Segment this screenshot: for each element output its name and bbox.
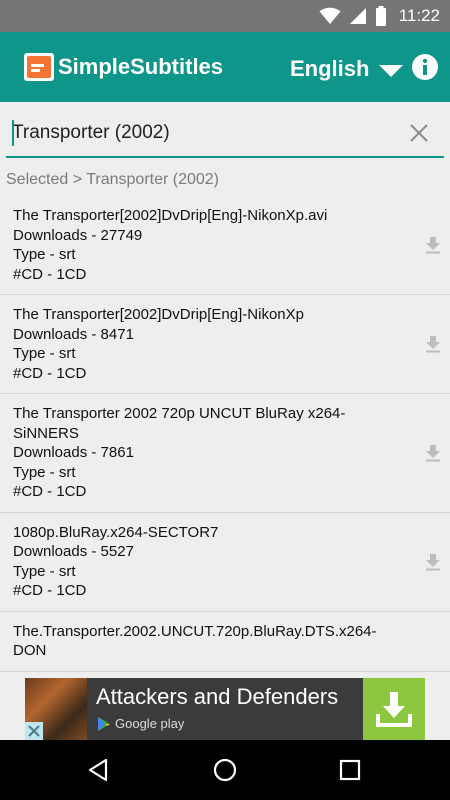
text-cursor	[12, 120, 14, 146]
search-input[interactable]	[12, 116, 392, 150]
download-count: Downloads - 8471	[13, 325, 134, 343]
battery-icon	[375, 6, 386, 26]
search-bar	[6, 110, 444, 158]
cd-count: #CD - 1CD	[13, 483, 87, 500]
info-icon[interactable]	[412, 54, 438, 80]
cd-count: #CD - 1CD	[13, 364, 87, 382]
signal-icon	[349, 8, 366, 24]
download-count: Downloads - 27749	[13, 226, 143, 244]
recents-icon[interactable]	[337, 757, 363, 783]
home-icon[interactable]	[212, 757, 238, 783]
list-item[interactable]: The Transporter[2002]DvDrip[Eng]-NikonXp…	[0, 196, 450, 295]
subtitle-logo-icon	[24, 53, 54, 81]
subtitle-name: 1080p.BluRay.x264-SECTOR7	[13, 523, 219, 541]
language-label: English	[290, 56, 370, 81]
results-list: The Transporter[2002]DvDrip[Eng]-NikonXp…	[0, 196, 450, 740]
subtitle-name: The Transporter[2002]DvDrip[Eng]-NikonXp…	[13, 207, 328, 224]
wifi-icon	[319, 7, 341, 24]
ad-close-icon[interactable]	[25, 722, 43, 740]
download-count: Downloads - 5527	[13, 543, 134, 560]
ad-install-button[interactable]	[363, 678, 425, 740]
list-item[interactable]: The.Transporter.2002.UNCUT.720p.BluRay.D…	[0, 612, 450, 672]
close-icon[interactable]	[408, 122, 430, 144]
subtitle-type: Type - srt	[13, 345, 76, 362]
subtitle-name: The Transporter 2002 720p UNCUT BluRay x…	[13, 405, 346, 442]
download-icon[interactable]	[424, 553, 442, 571]
subtitle-type: Type - srt	[13, 246, 76, 263]
ad-store-badge: Google play	[97, 716, 184, 731]
list-item[interactable]: 1080p.BluRay.x264-SECTOR7 Downloads - 55…	[0, 513, 450, 612]
language-select[interactable]: English	[290, 54, 404, 84]
subtitle-type: Type - srt	[13, 463, 76, 481]
download-icon[interactable]	[424, 236, 442, 254]
cd-count: #CD - 1CD	[13, 582, 87, 599]
subtitle-name: The Transporter[2002]DvDrip[Eng]-NikonXp	[13, 306, 304, 323]
dropdown-arrow-icon	[379, 65, 404, 77]
download-count: Downloads - 7861	[13, 444, 134, 461]
status-bar: 11:22	[0, 0, 450, 32]
subtitle-type: Type - srt	[13, 562, 76, 580]
ad-banner[interactable]: Attackers and Defenders Google play	[25, 678, 425, 740]
download-icon[interactable]	[424, 335, 442, 353]
app-bar: SimpleSubtitles English	[0, 32, 450, 102]
subtitle-name: The.Transporter.2002.UNCUT.720p.BluRay.D…	[13, 622, 377, 660]
ad-title: Attackers and Defenders	[96, 684, 339, 709]
list-item[interactable]: The Transporter[2002]DvDrip[Eng]-NikonXp…	[0, 295, 450, 394]
breadcrumb: Selected > Transporter (2002)	[6, 171, 220, 188]
navigation-bar	[0, 740, 450, 800]
download-icon[interactable]	[424, 444, 442, 462]
list-item[interactable]: The Transporter 2002 720p UNCUT BluRay x…	[0, 394, 450, 513]
download-icon	[376, 692, 412, 727]
cd-count: #CD - 1CD	[13, 265, 87, 283]
back-icon[interactable]	[86, 757, 112, 783]
ad-store-label: Google play	[115, 716, 185, 731]
google-play-icon	[98, 716, 110, 731]
app-title: SimpleSubtitles	[58, 54, 224, 79]
status-icons: 11:22	[319, 0, 440, 32]
status-time: 11:22	[398, 6, 440, 25]
